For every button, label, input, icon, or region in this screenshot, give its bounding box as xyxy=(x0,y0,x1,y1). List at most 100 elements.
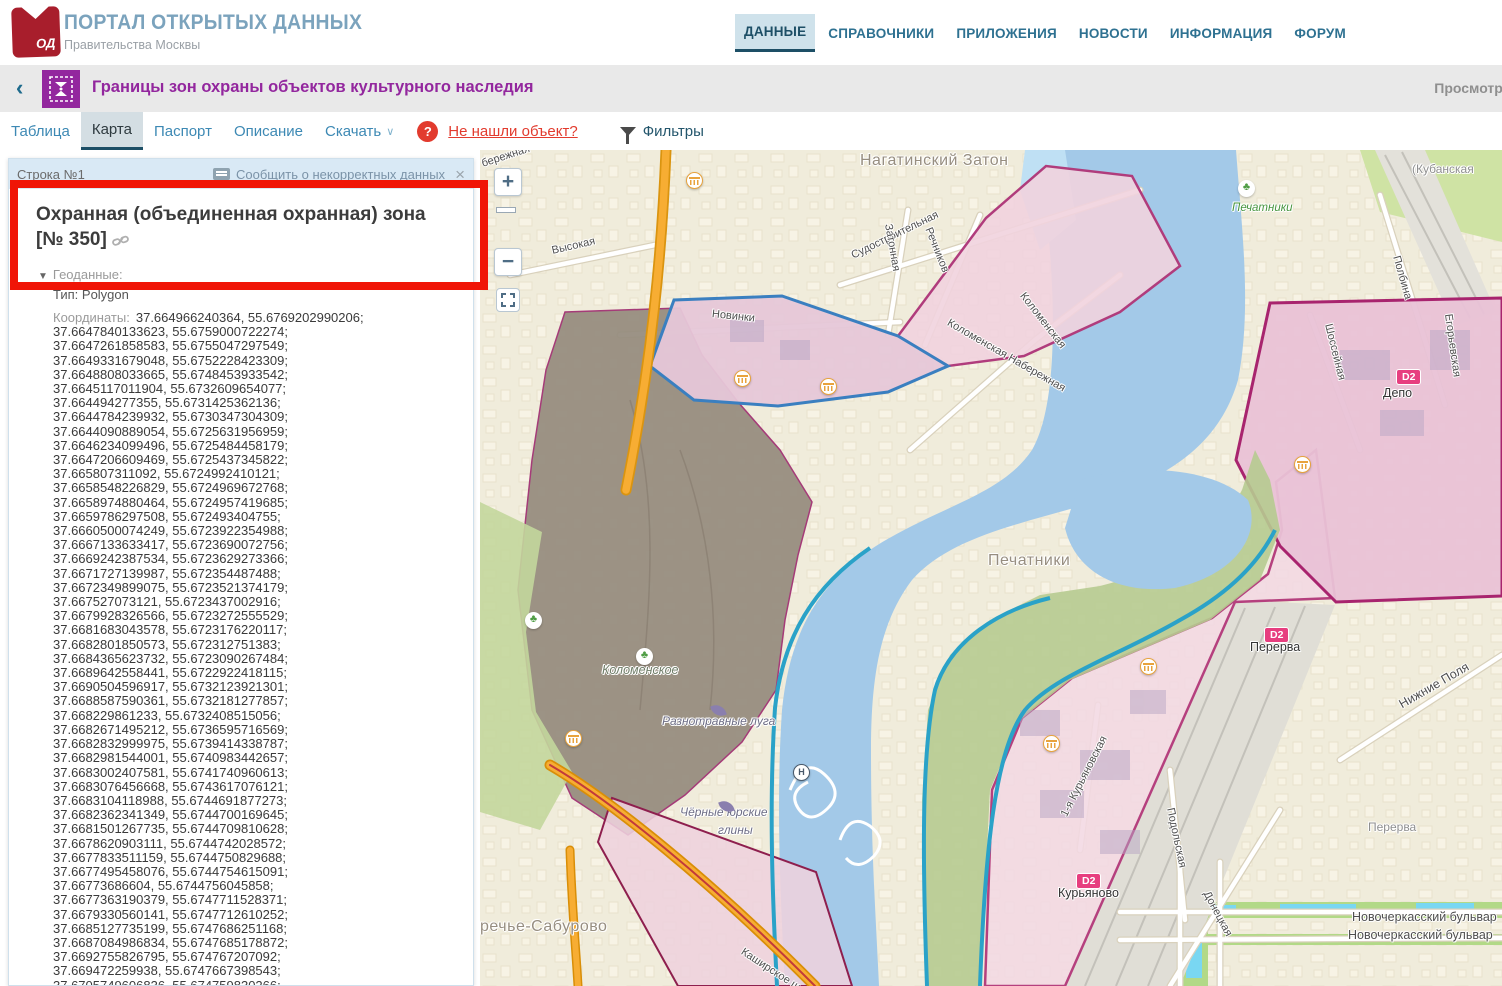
link-icon[interactable] xyxy=(112,230,129,255)
content: бережнаяНагатинский Затон(КубанскаяВысок… xyxy=(0,150,1502,986)
breadcrumb: ‹ Границы зон охраны объектов культурног… xyxy=(0,65,1502,112)
coordinate-line: 37.668229861233, 55.6732408515056; xyxy=(53,709,463,723)
dataset-icon xyxy=(42,70,80,108)
coordinate-line: 37.6690504596917, 55.6732123921301; xyxy=(53,680,463,694)
zoom-scale-marker[interactable] xyxy=(496,207,516,213)
tabs-row: ТаблицаКартаПаспортОписаниеСкачать∨ ? Не… xyxy=(0,112,1502,150)
museum-icon xyxy=(1294,456,1311,473)
dataset-title: Границы зон охраны объектов культурного … xyxy=(92,78,534,97)
coordinate-line: 37.6677363190379, 55.6747711528371; xyxy=(53,893,463,907)
nav-item-данные[interactable]: ДАННЫЕ xyxy=(735,14,815,52)
not-found-link[interactable]: Не нашли объект? xyxy=(448,123,577,140)
coordinate-line: 37.6682801850573, 55.672312751383; xyxy=(53,638,463,652)
coordinate-line: 37.6679330560141, 55.6747712610252; xyxy=(53,908,463,922)
coordinate-line: 37.6658974880464, 55.6724957419685; xyxy=(53,496,463,510)
back-button[interactable]: ‹ xyxy=(16,75,23,101)
app-header: ОД ПОРТАЛ ОТКРЫТЫХ ДАННЫХ Правительства … xyxy=(0,0,1502,65)
coordinate-line: 37.6688587590361, 55.6732181277857; xyxy=(53,694,463,708)
coordinate-line: 37.6683076456668, 55.6743617076121; xyxy=(53,780,463,794)
tabs: ТаблицаКартаПаспортОписаниеСкачать∨ xyxy=(0,112,405,150)
tree-icon xyxy=(525,612,542,629)
coordinate-line: 37.6644784239932, 55.6730347304309; xyxy=(53,410,463,424)
help-badge[interactable]: ? xyxy=(417,121,438,142)
coordinate-line: 37.664966240364, 55.6769202990206; xyxy=(136,311,364,325)
coordinates-block: Координаты:37.664966240364, 55.676920299… xyxy=(53,311,463,985)
portal-subtitle: Правительства Москвы xyxy=(64,38,200,52)
coordinate-line: 37.6669242387534, 55.6723629273366; xyxy=(53,552,463,566)
nav-item-новости[interactable]: НОВОСТИ xyxy=(1070,14,1157,52)
filters-label: Фильтры xyxy=(643,123,704,140)
coordinate-line: 37.6672349899075, 55.6723521374179; xyxy=(53,581,463,595)
coordinate-line: 37.6671727139987, 55.672354487488; xyxy=(53,567,463,581)
geometry-type: Тип: Polygon xyxy=(53,287,129,302)
coordinate-line: 37.6677833511159, 55.6744750829688; xyxy=(53,851,463,865)
coordinate-line: 37.6682832999975, 55.6739414338787; xyxy=(53,737,463,751)
filter-icon xyxy=(620,127,636,136)
row-title: Строка №1 xyxy=(17,167,85,182)
row-panel: Строка №1 Сообщить о некорректных данных… xyxy=(8,158,474,986)
portal-logo[interactable]: ОД xyxy=(11,6,61,58)
coordinate-line: 37.6647261858583, 55.6755047297549; xyxy=(53,339,463,353)
map-viewport[interactable]: бережнаяНагатинский Затон(КубанскаяВысок… xyxy=(480,150,1502,986)
coordinate-line: 37.6681683043578, 55.6723176220117; xyxy=(53,623,463,637)
tab-карта[interactable]: Карта xyxy=(81,112,143,150)
tree-icon xyxy=(636,648,653,665)
tab-описание[interactable]: Описание xyxy=(223,112,314,150)
report-icon xyxy=(213,168,230,180)
filters-button[interactable]: Фильтры xyxy=(620,123,704,140)
coordinate-line: 37.669472259938, 55.6747667398543; xyxy=(53,964,463,978)
coordinate-line: 37.6682981544001, 55.6740983442657; xyxy=(53,751,463,765)
coordinate-line: 37.6647840133623, 55.6759000722274; xyxy=(53,325,463,339)
museum-icon xyxy=(1043,735,1060,752)
nav-item-информация[interactable]: ИНФОРМАЦИЯ xyxy=(1161,14,1282,52)
collapse-triangle-icon: ▼ xyxy=(38,271,48,282)
portal-title: ПОРТАЛ ОТКРЫТЫХ ДАННЫХ xyxy=(64,11,362,35)
nav-item-форум[interactable]: ФОРУМ xyxy=(1285,14,1355,52)
coordinate-line: 37.6659786297508, 55.672493404755; xyxy=(53,510,463,524)
nav-item-справочники[interactable]: СПРАВОЧНИКИ xyxy=(819,14,943,52)
coordinate-line: 37.6646234099496, 55.6725484458179; xyxy=(53,439,463,453)
museum-icon xyxy=(734,370,751,387)
coordinate-line: 37.6647206609469, 55.6725437345822; xyxy=(53,453,463,467)
fullscreen-icon xyxy=(501,293,515,307)
close-icon[interactable]: × xyxy=(455,166,465,183)
coordinate-line: 37.6658548226829, 55.6724969672768; xyxy=(53,481,463,495)
zoom-in-button[interactable]: + xyxy=(494,168,522,196)
coordinate-line: 37.6645117011904, 55.6732609654077; xyxy=(53,382,463,396)
leaf-icon xyxy=(710,702,727,719)
coordinate-line: 37.6648808033665, 55.6748453933542; xyxy=(53,368,463,382)
coordinate-line: 37.6678620903111, 55.6744742028572; xyxy=(53,837,463,851)
geodata-label: Геоданные: xyxy=(53,267,123,282)
coordinate-line: 37.6660500074249, 55.6723922354988; xyxy=(53,524,463,538)
dataset-icon-glyph xyxy=(47,75,75,103)
geodata-toggle[interactable]: ▼ Геоданные: xyxy=(38,267,123,282)
tab-таблица[interactable]: Таблица xyxy=(0,112,81,150)
coordinate-line: 37.6649331679048, 55.6752228423309; xyxy=(53,354,463,368)
museum-icon xyxy=(686,172,703,189)
row-panel-header: Строка №1 Сообщить о некорректных данных… xyxy=(9,159,473,189)
coordinate-line: 37.667527073121, 55.6723437002916; xyxy=(53,595,463,609)
zoom-out-button[interactable]: − xyxy=(494,248,522,276)
station-badge-d2: D2 xyxy=(1396,369,1421,385)
coordinate-line: 37.6683104118988, 55.6744691877273; xyxy=(53,794,463,808)
tab-скачать[interactable]: Скачать∨ xyxy=(314,112,405,150)
coordinate-line: 37.6692755826795, 55.674767207092; xyxy=(53,950,463,964)
station-badge-d2: D2 xyxy=(1264,627,1289,643)
tab-паспорт[interactable]: Паспорт xyxy=(143,112,223,150)
portal-logo-letters: ОД xyxy=(36,35,56,51)
coordinate-line: 37.665807311092, 55.6724992410121; xyxy=(53,467,463,481)
fullscreen-button[interactable] xyxy=(496,288,520,312)
coordinates-list: 37.6647840133623, 55.6759000722274;37.66… xyxy=(53,325,463,985)
coordinate-line: 37.6677495458076, 55.6744754615091; xyxy=(53,865,463,879)
chevron-down-icon: ∨ xyxy=(386,125,394,138)
report-link[interactable]: Сообщить о некорректных данных xyxy=(236,167,445,182)
coordinate-line: 37.6687084986834, 55.6747685178872; xyxy=(53,936,463,950)
main-nav: ДАННЫЕСПРАВОЧНИКИПРИЛОЖЕНИЯНОВОСТИИНФОРМ… xyxy=(735,14,1359,52)
page: ОД ПОРТАЛ ОТКРЫТЫХ ДАННЫХ Правительства … xyxy=(0,0,1502,986)
helipad-icon xyxy=(793,764,810,781)
coordinate-line: 37.6685127735199, 55.6747686251168; xyxy=(53,922,463,936)
coordinate-line: 37.664494277355, 55.6731425362136; xyxy=(53,396,463,410)
nav-item-приложения[interactable]: ПРИЛОЖЕНИЯ xyxy=(947,14,1066,52)
coordinate-line: 37.6684365623732, 55.6723090267484; xyxy=(53,652,463,666)
coordinate-line: 37.6667133633417, 55.6723690072756; xyxy=(53,538,463,552)
